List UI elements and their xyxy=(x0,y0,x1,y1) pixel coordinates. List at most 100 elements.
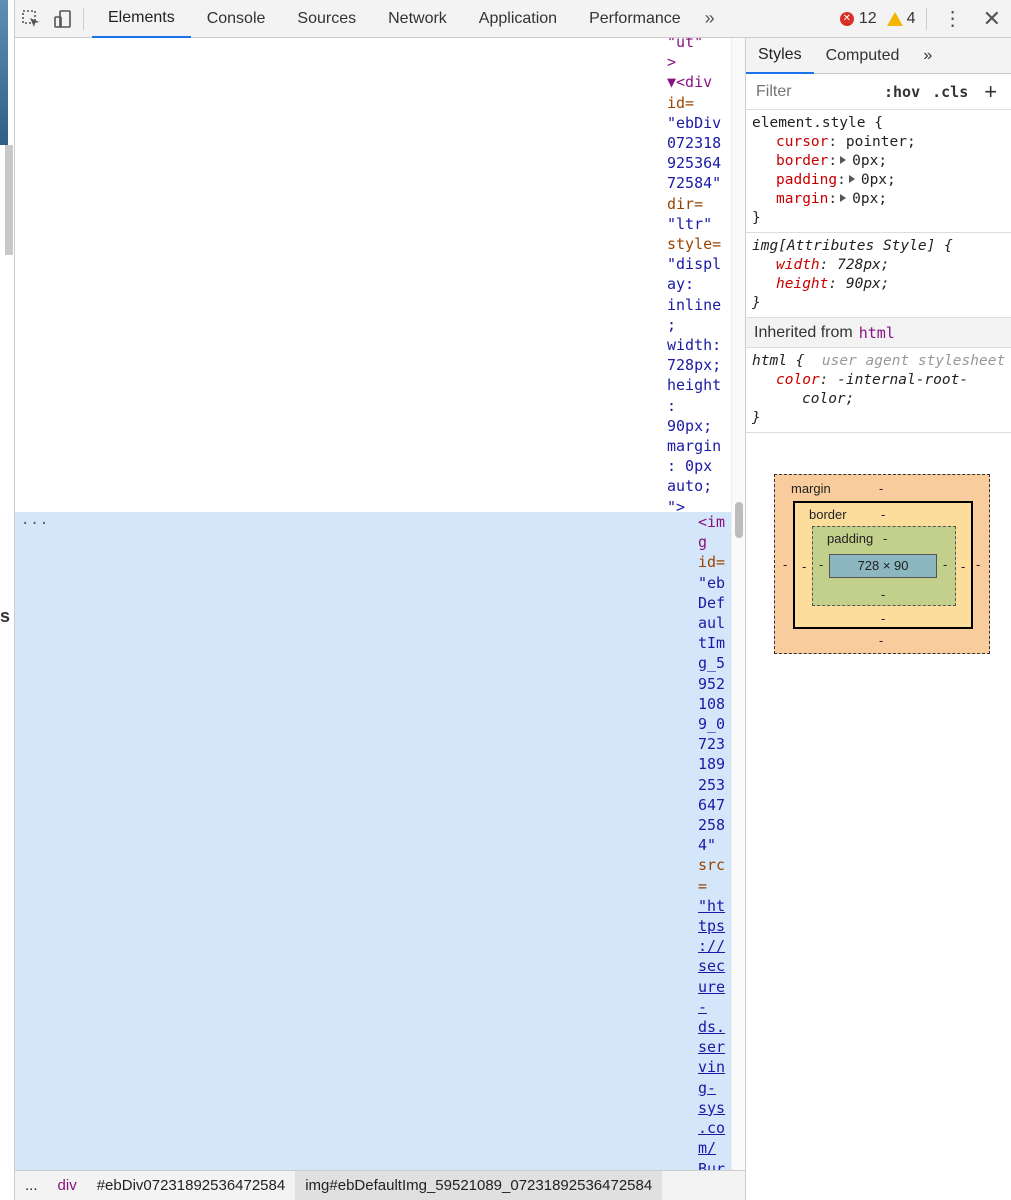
padding-left-value[interactable]: - xyxy=(819,557,823,572)
img-node-source[interactable]: <im g id= "eb Def aul tIm g_5 952 108 9_0 723 189 253… xyxy=(698,512,731,1170)
expand-triangle-icon[interactable] xyxy=(848,175,855,183)
tab-styles[interactable]: Styles xyxy=(746,38,814,74)
hov-toggle-button[interactable]: :hov xyxy=(884,83,920,101)
tab-elements[interactable]: Elements xyxy=(92,0,191,38)
device-toolbar-icon[interactable] xyxy=(47,0,79,38)
dom-source-line: id= xyxy=(698,553,726,572)
expand-triangle-icon[interactable] xyxy=(840,194,847,202)
scrollbar-thumb[interactable] xyxy=(735,502,743,538)
css-property-value[interactable]: 0px; xyxy=(852,191,887,207)
border-top-value[interactable]: - xyxy=(881,507,885,522)
dom-source-line: 72584" xyxy=(667,174,722,193)
dom-tree-scrollbar[interactable] xyxy=(731,38,745,1170)
css-property-value[interactable]: -internal-root- xyxy=(837,372,968,388)
element-style-rule[interactable]: element.style { cursor: pointer; border:… xyxy=(746,110,1011,233)
dom-source-line: style= xyxy=(667,235,722,254)
css-property-value[interactable]: pointer; xyxy=(846,134,916,150)
css-property-name[interactable]: padding xyxy=(776,172,837,188)
dom-source-line[interactable]: ser xyxy=(698,1037,731,1057)
css-property-value[interactable]: 0px; xyxy=(861,172,896,188)
error-icon[interactable]: ✕ xyxy=(839,11,854,26)
box-model-padding[interactable]: padding - - - - 728 × 90 xyxy=(812,526,956,606)
dom-source-line: 189 xyxy=(698,755,726,774)
dom-source-line[interactable]: g- xyxy=(698,1078,731,1098)
more-tabs-icon[interactable]: » xyxy=(697,8,723,29)
error-count[interactable]: 12 xyxy=(859,10,877,28)
margin-right-value[interactable]: - xyxy=(976,557,980,572)
inspect-element-icon[interactable] xyxy=(15,0,47,38)
dom-source-line[interactable]: .co xyxy=(698,1118,731,1138)
warning-count[interactable]: 4 xyxy=(907,10,916,28)
user-agent-rule[interactable]: html { user agent stylesheet color: -int… xyxy=(746,348,1011,433)
breadcrumb-item-img[interactable]: img#ebDefaultImg_59521089_07231892536472… xyxy=(295,1170,663,1200)
margin-bottom-value[interactable]: - xyxy=(879,633,883,648)
border-right-value[interactable]: - xyxy=(961,559,965,574)
div-node-source[interactable]: "ut" > ▼<div id= "ebDiv 072318 925364 72584" dir… xyxy=(667,38,727,517)
border-bottom-value[interactable]: - xyxy=(881,611,885,626)
dom-source-line[interactable]: sec xyxy=(698,956,731,976)
inherited-from-tag[interactable]: html xyxy=(859,324,895,342)
tab-computed[interactable]: Computed xyxy=(814,38,912,74)
breadcrumb-item-ebdiv[interactable]: #ebDiv07231892536472584 xyxy=(87,1171,296,1200)
new-style-rule-button[interactable]: + xyxy=(984,79,997,105)
css-property-name[interactable]: cursor xyxy=(776,134,828,150)
dom-source-line[interactable]: ds. xyxy=(698,1017,731,1037)
css-property-value[interactable]: 728px; xyxy=(837,257,889,273)
css-property-name[interactable]: color xyxy=(776,372,820,388)
styles-filter-bar: :hov .cls + xyxy=(746,74,1011,110)
padding-bottom-value[interactable]: - xyxy=(881,587,885,602)
more-sidebar-tabs-icon[interactable]: » xyxy=(911,38,944,74)
margin-left-value[interactable]: - xyxy=(783,557,787,572)
dom-source-line[interactable]: tps xyxy=(698,916,731,936)
dom-source-line: aul xyxy=(698,614,726,633)
dom-source-line[interactable]: Bur xyxy=(698,1159,731,1171)
dom-source-line: 4" xyxy=(698,836,717,855)
dom-source-line: "eb xyxy=(698,573,726,592)
close-icon[interactable]: ✕ xyxy=(969,6,1011,32)
tab-performance[interactable]: Performance xyxy=(573,0,697,38)
expand-triangle-icon[interactable] xyxy=(840,156,847,164)
tab-application[interactable]: Application xyxy=(463,0,573,38)
css-property-name[interactable]: height xyxy=(776,276,828,292)
attributes-style-rule[interactable]: img[Attributes Style] { width: 728px; he… xyxy=(746,233,1011,318)
dom-source-line: margin xyxy=(667,437,722,456)
css-property-name[interactable]: border xyxy=(776,153,828,169)
selected-node-highlight[interactable] xyxy=(15,512,731,1170)
box-model-content[interactable]: 728 × 90 xyxy=(829,554,937,578)
dom-source-line[interactable]: sys xyxy=(698,1098,731,1118)
dom-source-line: ▼<div xyxy=(667,73,713,92)
node-actions-ellipsis[interactable]: ... xyxy=(21,512,49,528)
margin-top-value[interactable]: - xyxy=(879,481,883,496)
styles-filter-input[interactable] xyxy=(752,78,872,105)
dom-source-line[interactable]: - xyxy=(698,997,731,1017)
dom-source-line[interactable]: m/ xyxy=(698,1138,731,1158)
tab-sources[interactable]: Sources xyxy=(281,0,372,38)
tab-console[interactable]: Console xyxy=(191,0,282,38)
elements-dom-tree[interactable]: ... "ut" > ▼<div id= "ebDiv 072318 925364 72584… xyxy=(15,38,731,1170)
dom-source-line[interactable]: :// xyxy=(698,936,731,956)
css-property-value-cont: color; xyxy=(802,391,855,407)
dom-source-line[interactable]: "ht xyxy=(698,896,731,916)
dom-source-line[interactable]: vin xyxy=(698,1057,731,1077)
dom-source-line: "displ xyxy=(667,255,722,274)
warning-icon[interactable] xyxy=(886,11,903,26)
box-model-border[interactable]: border - - - - padding - - - - 728 × 90 xyxy=(793,501,973,629)
page-scrollbar[interactable] xyxy=(5,145,13,255)
border-left-value[interactable]: - xyxy=(802,559,806,574)
css-property-name[interactable]: width xyxy=(776,257,820,273)
tab-network[interactable]: Network xyxy=(372,0,463,38)
box-model-margin[interactable]: margin - - - - border - - - - padding - … xyxy=(774,474,990,654)
padding-right-value[interactable]: - xyxy=(943,557,947,572)
cls-toggle-button[interactable]: .cls xyxy=(932,83,968,101)
dom-source-line: 925364 xyxy=(667,154,722,173)
rule-selector: element.style { xyxy=(752,115,883,131)
breadcrumb-item-div[interactable]: div xyxy=(48,1171,87,1200)
dom-source-line[interactable]: ure xyxy=(698,977,731,997)
kebab-menu-icon[interactable]: ⋮ xyxy=(937,6,969,31)
css-property-value[interactable]: 0px; xyxy=(852,153,887,169)
breadcrumb-ellipsis[interactable]: ... xyxy=(15,1171,48,1200)
padding-top-value[interactable]: - xyxy=(883,531,887,546)
inherited-section-header: Inherited from html xyxy=(746,318,1011,348)
css-property-value[interactable]: 90px; xyxy=(846,276,890,292)
css-property-name[interactable]: margin xyxy=(776,191,828,207)
